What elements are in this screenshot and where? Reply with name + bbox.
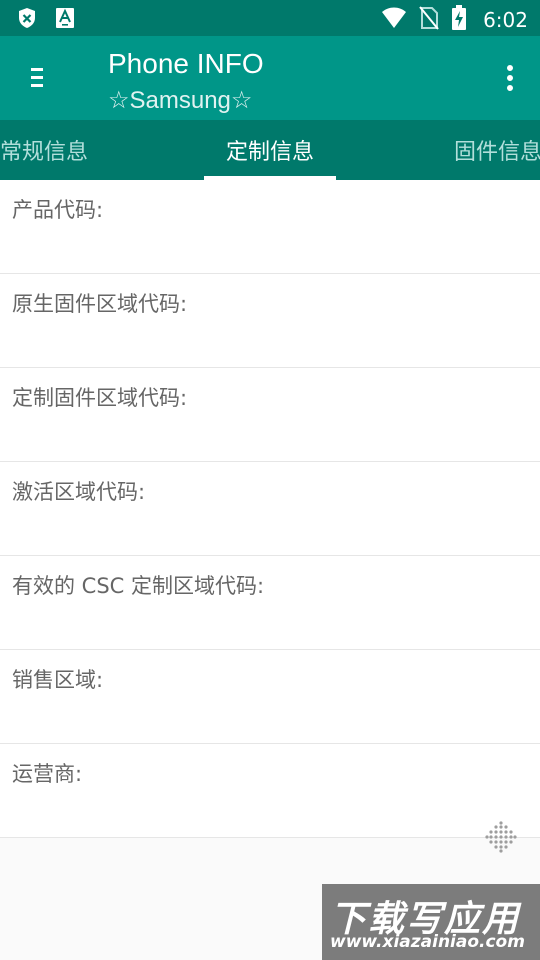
- row-label: 销售区域:: [12, 668, 104, 692]
- list-item-carrier[interactable]: 运营商:: [0, 744, 540, 838]
- list-item-custom-firmware-region[interactable]: 定制固件区域代码:: [0, 368, 540, 462]
- row-label: 产品代码:: [12, 198, 104, 222]
- fast-scroll-icon[interactable]: [484, 820, 518, 854]
- watermark-url: www.xiazainiao.com: [330, 932, 525, 952]
- more-vert-icon: [506, 64, 514, 96]
- row-label: 运营商:: [12, 762, 83, 786]
- battery-charging-icon: [451, 5, 467, 35]
- app-title: Phone INFO: [108, 48, 264, 79]
- list-item-native-firmware-region[interactable]: 原生固件区域代码:: [0, 274, 540, 368]
- watermark-logo: 下载写应用 www.xiazainiao.com: [322, 884, 540, 960]
- menu-icon: [29, 66, 47, 94]
- list-item-valid-csc-region[interactable]: 有效的 CSC 定制区域代码:: [0, 556, 540, 650]
- tab-custom-info[interactable]: 定制信息: [204, 120, 336, 180]
- tab-general-info[interactable]: 常规信息: [0, 120, 94, 180]
- tab-bar: 常规信息 定制信息 固件信息: [0, 120, 540, 180]
- font-icon: [54, 6, 76, 30]
- status-bar: 6:02: [0, 0, 540, 36]
- info-list: 产品代码: 原生固件区域代码: 定制固件区域代码: 激活区域代码: 有效的 CS…: [0, 180, 540, 838]
- status-left-icons: [16, 6, 76, 30]
- row-label: 原生固件区域代码:: [12, 292, 188, 316]
- no-sim-icon: [419, 6, 439, 34]
- row-label: 激活区域代码:: [12, 480, 146, 504]
- menu-button[interactable]: [18, 60, 58, 100]
- tab-firmware-info[interactable]: 固件信息: [448, 120, 540, 180]
- status-right-icons: 6:02: [381, 5, 528, 35]
- wifi-icon: [381, 7, 407, 33]
- list-item-product-code[interactable]: 产品代码:: [0, 180, 540, 274]
- app-subtitle: ☆Samsung☆: [108, 87, 253, 114]
- status-time: 6:02: [483, 8, 528, 32]
- app-bar: Phone INFO ☆Samsung☆: [0, 36, 540, 120]
- list-item-sales-region[interactable]: 销售区域:: [0, 650, 540, 744]
- shield-icon: [16, 6, 38, 30]
- list-item-activation-region[interactable]: 激活区域代码:: [0, 462, 540, 556]
- more-options-button[interactable]: [496, 60, 524, 100]
- row-label: 定制固件区域代码:: [12, 386, 188, 410]
- row-label: 有效的 CSC 定制区域代码:: [12, 574, 265, 598]
